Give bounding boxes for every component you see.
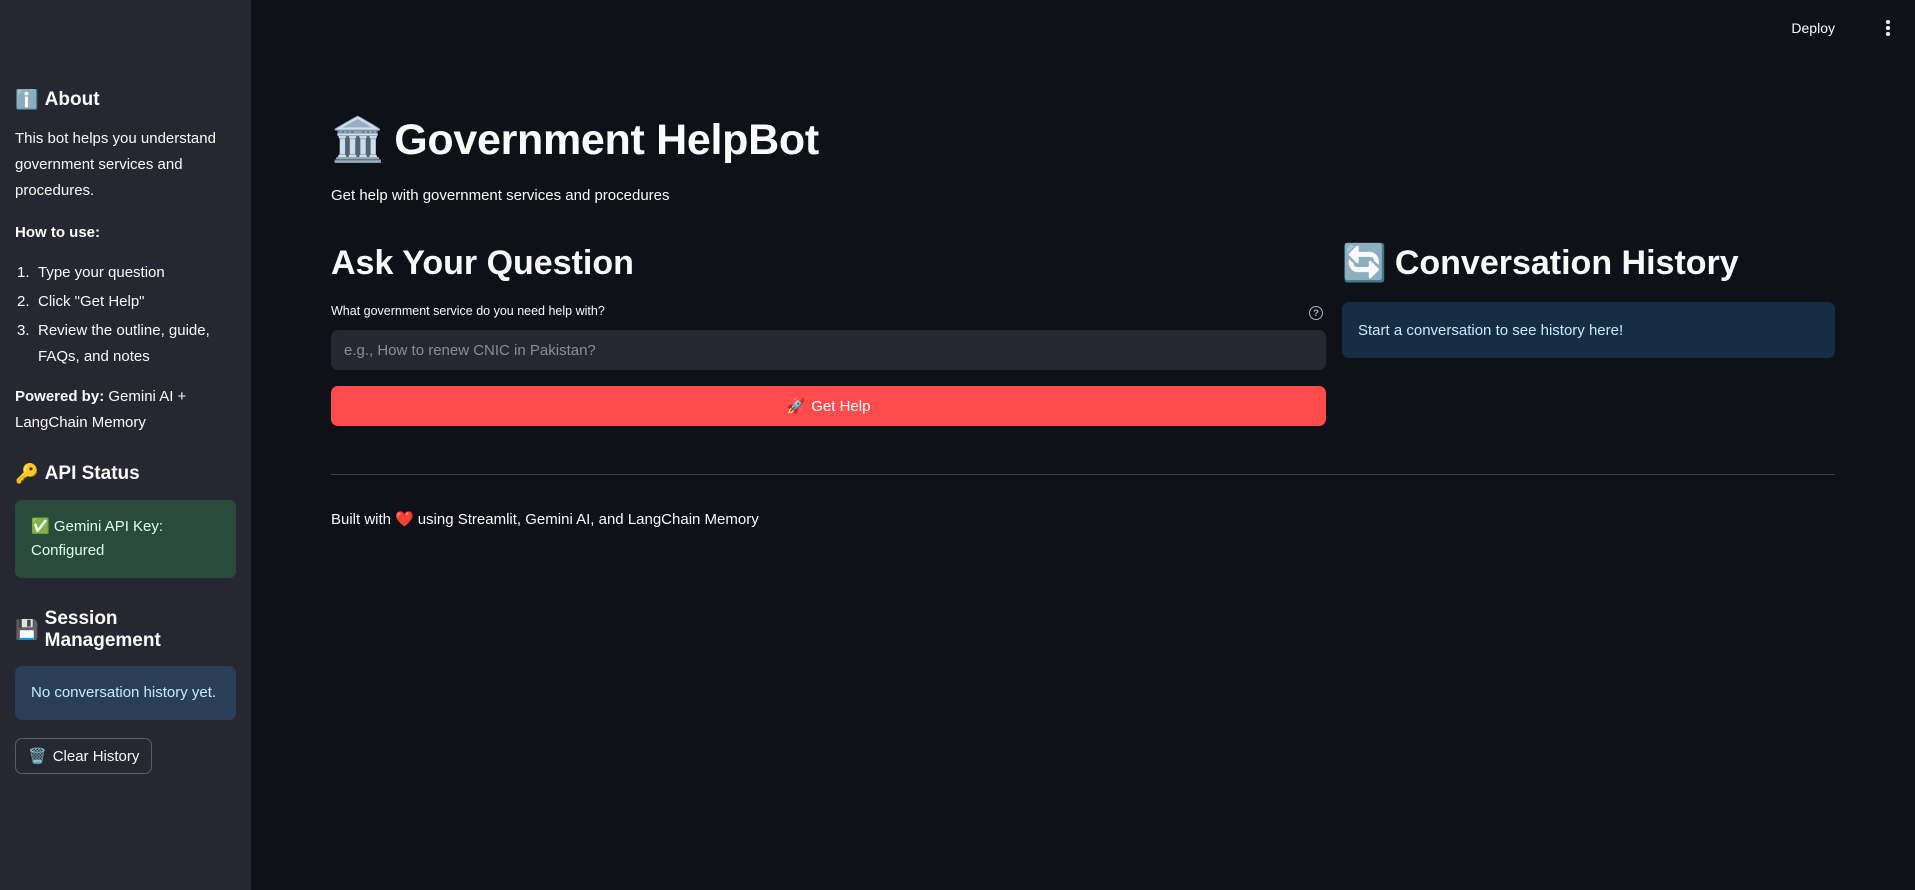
about-description: This bot helps you understand government…: [15, 130, 216, 199]
kebab-menu-icon[interactable]: [1885, 20, 1891, 36]
conversation-history-heading: 🔄 Conversation History: [1342, 242, 1739, 283]
api-key-status-alert: ✅ Gemini API Key: Configured: [15, 500, 236, 578]
how-to-use-steps: 1. Type your question 2. Click "Get Help" …: [15, 260, 236, 370]
step-item: 1. Type your question: [17, 264, 165, 281]
floppy-disk-icon: 💾: [15, 620, 39, 641]
history-empty-alert: Start a conversation to see history here…: [1342, 302, 1835, 358]
help-icon[interactable]: ?: [1309, 306, 1323, 320]
building-icon: 🏛️: [331, 116, 385, 164]
deploy-button[interactable]: Deploy: [1791, 20, 1835, 36]
sidebar: ℹ️ About This bot helps you understand g…: [0, 0, 251, 890]
step-item: 3. Review the outline, guide, FAQs, and n…: [17, 322, 210, 365]
session-heading: 💾 Session Management: [15, 608, 161, 651]
footer-text: Built with ❤️ using Streamlit, Gemini AI…: [331, 510, 759, 529]
question-input[interactable]: [331, 330, 1326, 370]
how-to-use-label: How to use:: [15, 224, 100, 241]
divider: [331, 474, 1835, 475]
page-subtitle: Get help with government services and pr…: [331, 187, 670, 204]
heart-icon: ❤️: [395, 511, 414, 528]
key-icon: 🔑: [15, 464, 39, 485]
session-history-alert: No conversation history yet.: [15, 666, 236, 720]
about-heading-text: About: [44, 89, 100, 110]
api-status-heading: 🔑 API Status: [15, 463, 140, 485]
about-heading: ℹ️ About: [15, 88, 236, 112]
page-title: 🏛️ Government HelpBot: [331, 115, 819, 165]
question-label: What government service do you need help…: [331, 304, 605, 318]
powered-by: Powered by: Gemini AI + LangChain Memory: [15, 388, 187, 431]
step-item: 2. Click "Get Help": [17, 293, 145, 310]
clear-history-button[interactable]: 🗑️ Clear History: [15, 738, 153, 774]
info-icon: ℹ️: [15, 90, 39, 111]
refresh-icon: 🔄: [1342, 242, 1387, 283]
get-help-button[interactable]: 🚀 Get Help: [331, 386, 1326, 426]
rocket-icon: 🚀: [786, 398, 806, 415]
trash-icon: 🗑️: [28, 748, 47, 765]
ask-question-heading: Ask Your Question: [331, 244, 634, 282]
